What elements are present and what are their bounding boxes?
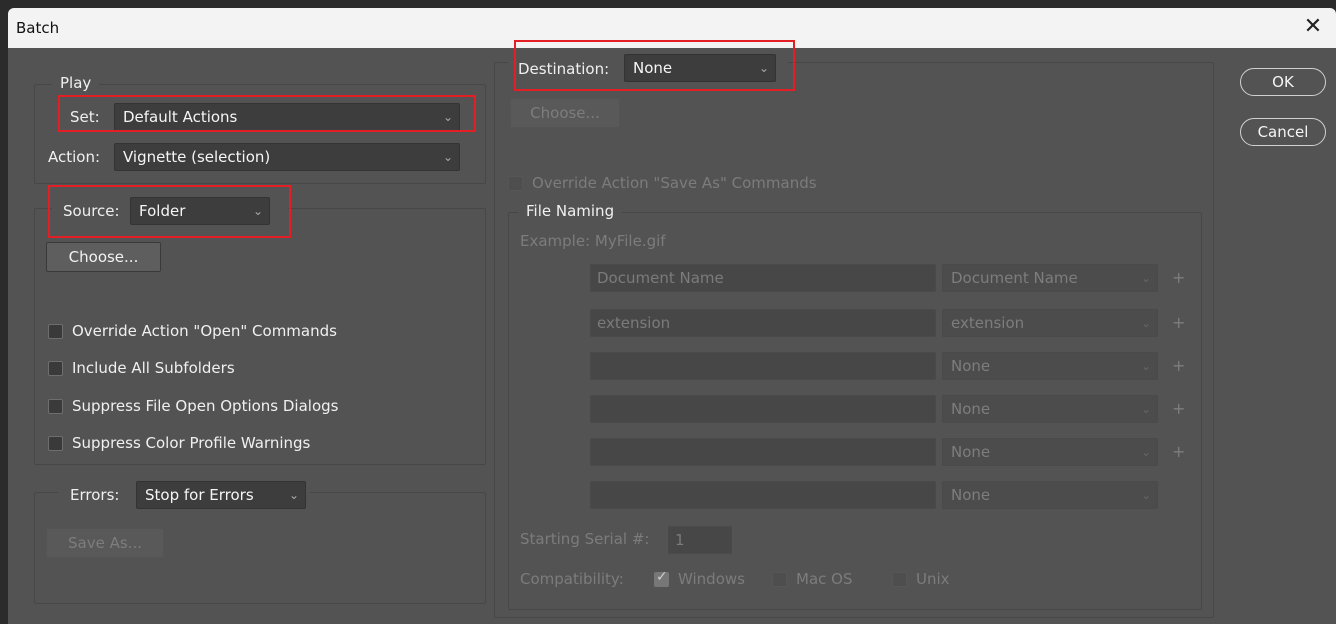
include-subfolders-label: Include All Subfolders (72, 359, 235, 377)
chevron-down-icon: ⌄ (1140, 402, 1151, 416)
naming-text-6[interactable] (590, 481, 936, 509)
suppress-open-dialogs-label: Suppress File Open Options Dialogs (72, 397, 339, 415)
naming-select-3-value: None (951, 357, 991, 375)
naming-text-4[interactable] (590, 395, 936, 423)
naming-select-1-value: Document Name (951, 269, 1078, 287)
naming-select-4-value: None (951, 400, 991, 418)
naming-select-5[interactable]: None ⌄ (942, 438, 1158, 466)
action-label: Action: (48, 148, 101, 166)
naming-text-5[interactable] (590, 438, 936, 466)
action-value: Vignette (selection) (123, 148, 271, 166)
chevron-down-icon: ⌄ (288, 488, 299, 502)
save-as-button[interactable]: Save As... (46, 528, 164, 558)
errors-value: Stop for Errors (145, 486, 254, 504)
chevron-down-icon: ⌄ (1140, 359, 1151, 373)
serial-label: Starting Serial #: (520, 530, 650, 548)
compat-windows-checkbox[interactable] (654, 569, 669, 587)
naming-select-1[interactable]: Document Name ⌄ (942, 264, 1158, 292)
action-select[interactable]: Vignette (selection) ⌄ (114, 143, 460, 171)
override-open-label: Override Action "Open" Commands (72, 322, 337, 340)
ok-button[interactable]: OK (1240, 68, 1326, 96)
set-highlight (58, 95, 476, 132)
batch-dialog: Play Set: Default Actions ⌄ Action: Vign… (8, 40, 1336, 624)
naming-select-5-value: None (951, 443, 991, 461)
override-save-as-checkbox[interactable] (508, 176, 523, 191)
add-naming-icon-1[interactable]: + (1172, 268, 1185, 287)
errors-label: Errors: (70, 486, 120, 504)
source-highlight (48, 185, 291, 238)
add-naming-icon-5[interactable]: + (1172, 442, 1185, 461)
compat-macos-checkbox[interactable] (772, 572, 787, 587)
errors-select[interactable]: Stop for Errors ⌄ (136, 481, 306, 509)
add-naming-icon-3[interactable]: + (1172, 356, 1185, 375)
add-naming-icon-4[interactable]: + (1172, 399, 1185, 418)
include-subfolders-checkbox[interactable] (48, 361, 63, 376)
compat-unix-checkbox[interactable] (892, 572, 907, 587)
naming-text-2[interactable]: extension (590, 309, 936, 337)
file-naming-legend: File Naming (518, 202, 623, 220)
serial-input[interactable]: 1 (668, 526, 732, 554)
destination-highlight (514, 40, 795, 91)
compatibility-label: Compatibility: (520, 570, 624, 588)
cancel-button[interactable]: Cancel (1240, 118, 1326, 146)
example-text: Example: MyFile.gif (520, 232, 666, 250)
naming-text-3[interactable] (590, 352, 936, 380)
window-title: Batch (16, 19, 60, 37)
naming-select-2[interactable]: extension ⌄ (942, 309, 1158, 337)
suppress-open-dialogs-checkbox[interactable] (48, 399, 63, 414)
destination-choose-button[interactable]: Choose... (510, 98, 620, 128)
compat-windows-label: Windows (678, 570, 745, 588)
play-legend: Play (52, 74, 100, 92)
naming-select-2-value: extension (951, 314, 1025, 332)
naming-select-6-value: None (951, 486, 991, 504)
chevron-down-icon: ⌄ (1140, 316, 1151, 330)
suppress-color-warnings-checkbox[interactable] (48, 436, 63, 451)
naming-select-6[interactable]: None ⌄ (942, 481, 1158, 509)
chevron-down-icon: ⌄ (442, 150, 453, 164)
chevron-down-icon: ⌄ (1140, 445, 1151, 459)
close-icon[interactable]: ✕ (1298, 13, 1328, 41)
add-naming-icon-2[interactable]: + (1172, 313, 1185, 332)
suppress-color-warnings-label: Suppress Color Profile Warnings (72, 434, 311, 452)
naming-select-4[interactable]: None ⌄ (942, 395, 1158, 423)
naming-select-3[interactable]: None ⌄ (942, 352, 1158, 380)
chevron-down-icon: ⌄ (1140, 271, 1151, 285)
compat-unix-label: Unix (916, 570, 950, 588)
naming-text-1[interactable]: Document Name (590, 264, 936, 292)
override-open-checkbox[interactable] (48, 324, 63, 339)
override-save-as-label: Override Action "Save As" Commands (532, 174, 817, 192)
chevron-down-icon: ⌄ (1140, 488, 1151, 502)
compat-macos-label: Mac OS (796, 570, 853, 588)
source-choose-button[interactable]: Choose... (46, 242, 161, 272)
